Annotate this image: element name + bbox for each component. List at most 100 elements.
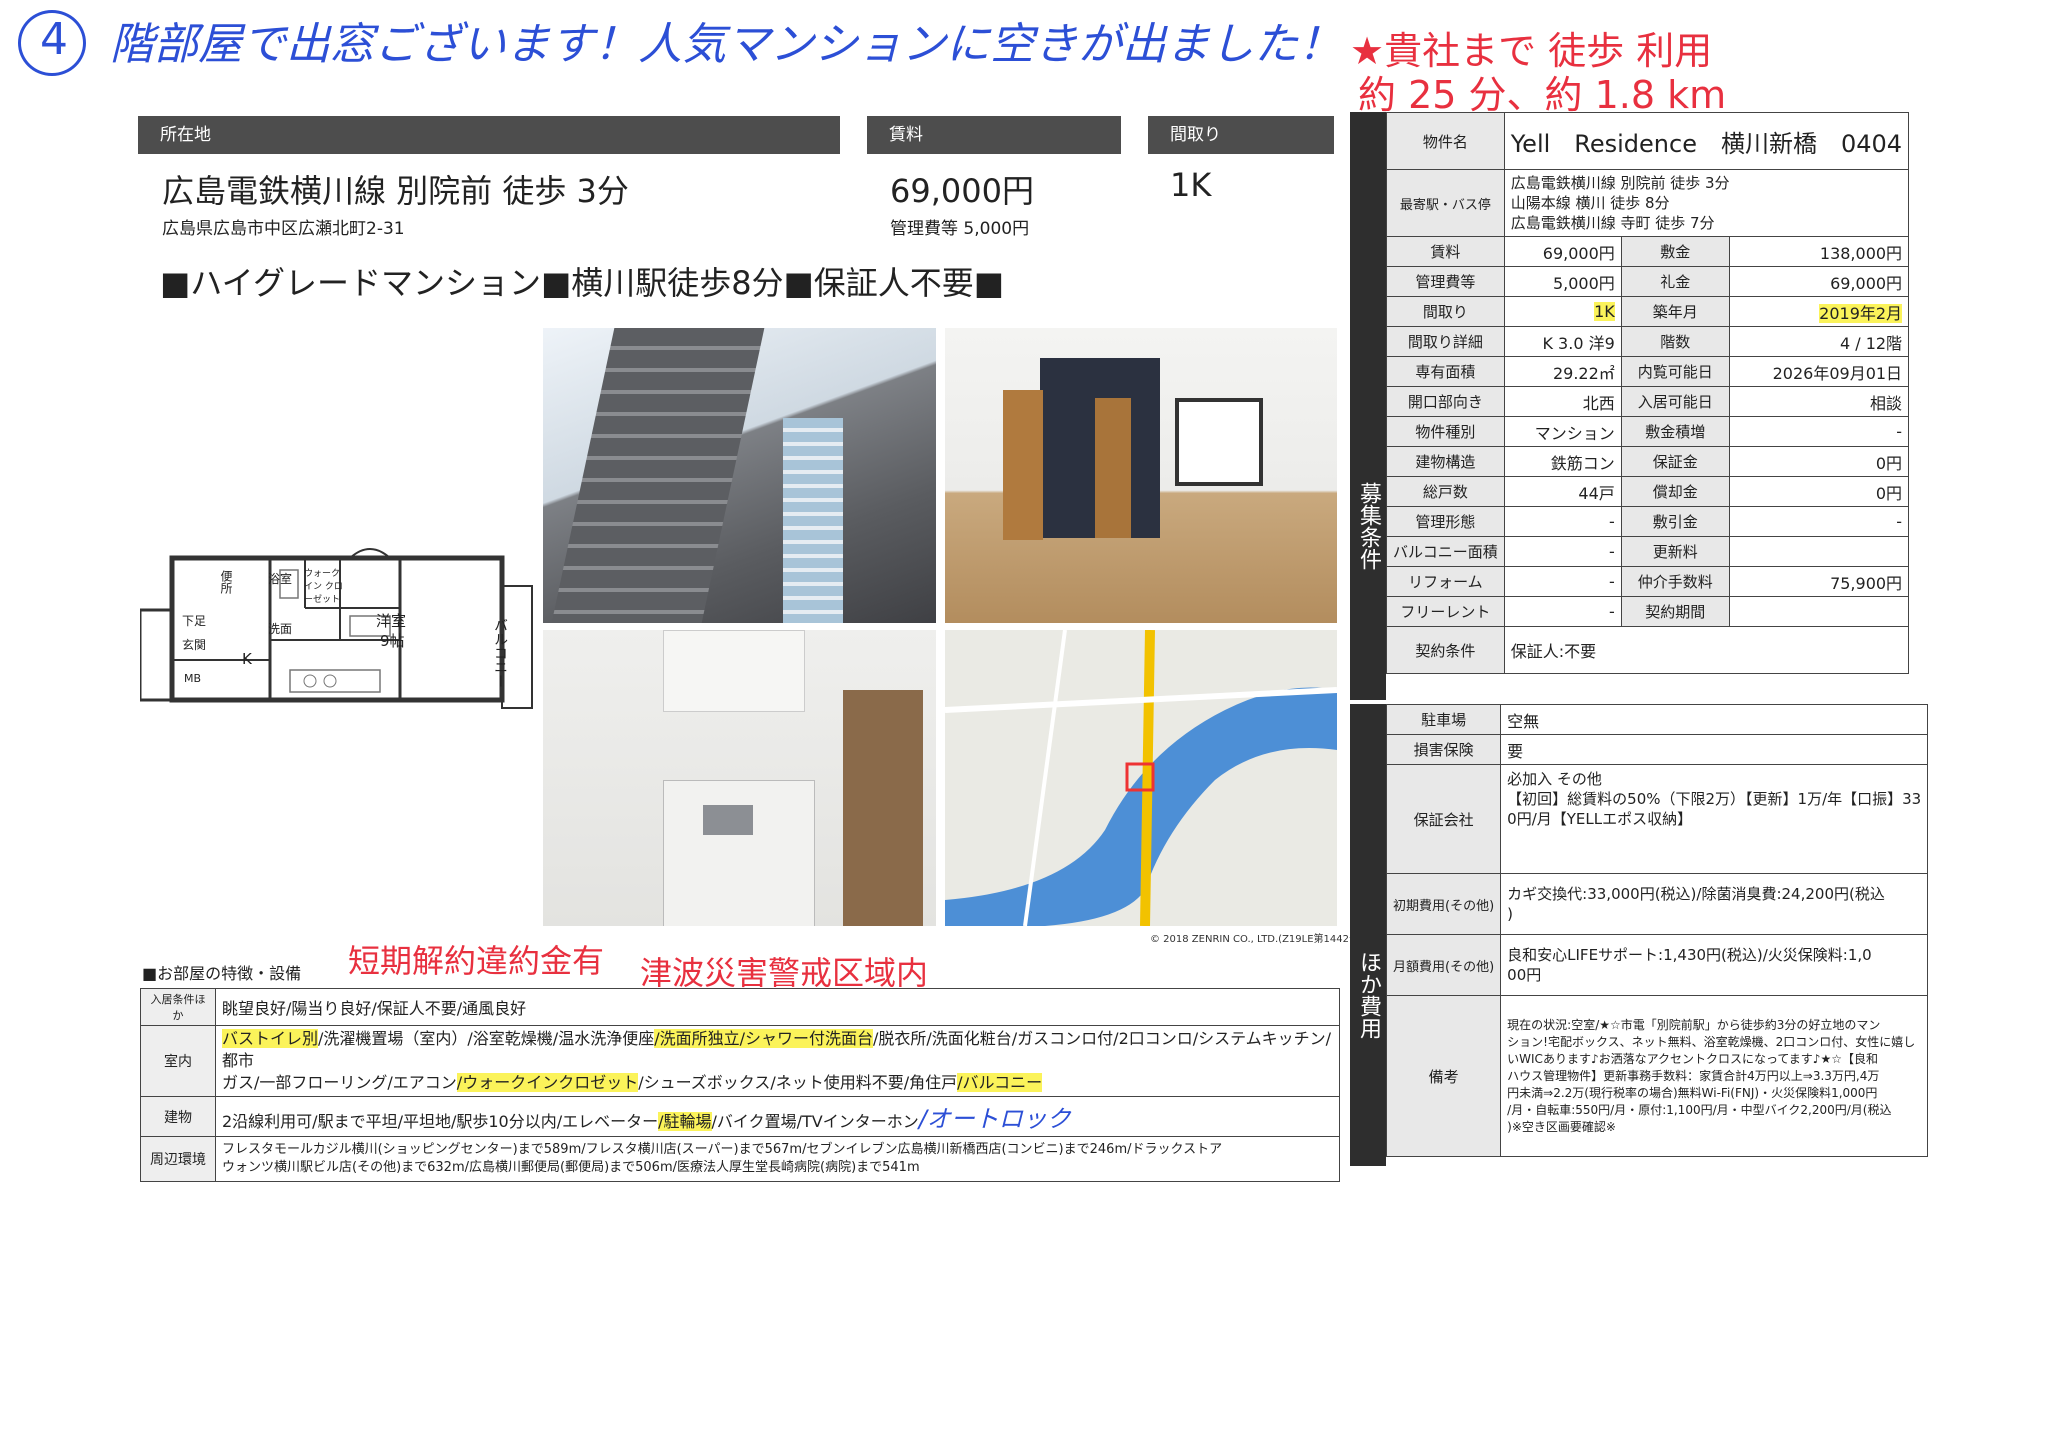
monthly-cost-line2: 00円	[1507, 966, 1542, 984]
name-label: 物件名	[1386, 112, 1505, 170]
station-list: 広島電鉄横川線 別院前 徒歩 3分 山陽本線 横川 徒歩 8分 広島電鉄横川線 …	[1503, 169, 1910, 237]
bldg-feat-c: /バイク置場/TVインターホン	[711, 1112, 919, 1131]
fp-wic-label: ウォークイン クローゼット	[304, 569, 343, 605]
station-3: 広島電鉄横川線 寺町 徒歩 7分	[1510, 214, 1715, 232]
initial-cost-value: カギ交換代:33,000円(税込)/除菌消臭費:24,200円(税込 )	[1500, 873, 1929, 935]
notes-line5: 円未満⇒2.2万(現行税率の場合)無料Wi-Fi(FNJ)・火災保険料1,000…	[1507, 1085, 1878, 1100]
spec-value: 0円	[1728, 446, 1910, 477]
address: 広島県広島市中区広瀬北町2-31	[162, 219, 405, 239]
fp-western-label: 洋室	[376, 612, 407, 630]
features-title: ■お部屋の特徴・設備	[142, 964, 302, 983]
cond-label: 入居条件ほか	[140, 988, 216, 1026]
spec-key: 階数	[1620, 326, 1730, 357]
room-feat-a: バストイレ別	[222, 1029, 319, 1048]
spec-value	[1728, 596, 1910, 627]
room-feat-f: /ウォークインクロゼット	[456, 1073, 639, 1092]
spec-key: 間取り詳細	[1386, 326, 1505, 357]
env-label: 周辺環境	[140, 1136, 216, 1182]
spec-value: -	[1503, 596, 1622, 627]
bldg-feat-b: /駐輪場	[658, 1112, 712, 1131]
building-exterior-photo	[543, 328, 936, 623]
fp-balcony-label: バルコニー	[492, 618, 508, 688]
spec-value: -	[1503, 566, 1622, 597]
spec-row: バルコニー面積 - 更新料	[1386, 536, 1910, 567]
contract-label: 契約条件	[1386, 626, 1505, 674]
spec-key: 賃料	[1386, 236, 1505, 267]
spec-row: 物件種別 マンション 敷金積増 -	[1386, 416, 1910, 447]
notes-line4: ハウス管理物件】更新事務手数料：家賃合計4万円以上⇒3.3万円,4万	[1507, 1068, 1880, 1083]
spec-value: 相談	[1728, 386, 1910, 417]
room-feat-e: ガス/一部フローリング/エアコン	[222, 1073, 457, 1092]
spec-key: 更新料	[1620, 536, 1730, 567]
spec-value: -	[1503, 506, 1622, 537]
monthly-cost-line1: 良和安心LIFEサポート:1,430円(税込)/火災保険料:1,0	[1507, 946, 1872, 964]
spec-row: フリーレント - 契約期間	[1386, 596, 1910, 627]
spec-value: 1K	[1503, 296, 1622, 327]
parking-label: 駐車場	[1385, 704, 1502, 735]
spec-value: マンション	[1503, 416, 1622, 447]
spec-row: 専有面積 29.22㎡ 内覧可能日 2026年09月01日	[1386, 356, 1910, 387]
spec-value: 5,000円	[1503, 266, 1622, 297]
notes-line3: いWICあります♪お洒落なアクセントクロスになってます♪★☆【良和	[1507, 1051, 1878, 1066]
features-table: 入居条件ほか 眺望良好/陽当り良好/保証人不要/通風良好 室内 バストイレ別/洗…	[140, 988, 1340, 1182]
kitchen-photo	[543, 630, 936, 926]
guarantor-line1: 必加入 その他	[1507, 770, 1602, 788]
bldg-label: 建物	[140, 1096, 216, 1137]
spec-value: 北西	[1503, 386, 1622, 417]
room-value: バストイレ別/洗濯機置場（室内）/浴室乾燥機/温水洗浄便座/洗面所独立/シャワー…	[215, 1025, 1340, 1097]
env-line2: ウォンツ横川駅ビル店(その他)まで632m/広島横川郵便局(郵便局)まで506m…	[222, 1160, 920, 1175]
fp-shoes-label: 下足	[182, 614, 207, 628]
station-1: 広島電鉄横川線 別院前 徒歩 3分	[1510, 174, 1730, 192]
station-label: 最寄駅・バス停	[1386, 169, 1505, 237]
notes-line1: 現在の状況:空室/★☆市電「別院前駅」から徒歩約3分の好立地のマン	[1507, 1017, 1881, 1032]
handwritten-headline: 階部屋で出窓ございます！人気マンションに空きが出ました！	[110, 19, 1342, 70]
spec-row: 管理費等 5,000円 礼金 69,000円	[1386, 266, 1910, 297]
parking-value: 空無	[1500, 704, 1929, 735]
rent-header: 賃料	[867, 116, 1121, 154]
spec-key: リフォーム	[1386, 566, 1505, 597]
fp-bath-label: 浴室	[268, 572, 293, 586]
other-costs-label: ほか費用	[1350, 704, 1386, 1166]
spec-row: 賃料 69,000円 敷金 138,000円	[1386, 236, 1910, 267]
spec-key: 築年月	[1620, 296, 1730, 327]
notes-line2: ション!宅配ボックス、ネット無料、浴室乾燥機、2口コンロ付、女性に嬉し	[1507, 1034, 1916, 1049]
spec-value: 138,000円	[1728, 236, 1910, 267]
monthly-cost-label: 月額費用(その他)	[1385, 934, 1502, 996]
spec-value: 0円	[1728, 476, 1910, 507]
initial-cost-line1: カギ交換代:33,000円(税込)/除菌消臭費:24,200円(税込	[1507, 885, 1885, 903]
guarantor-value: 必加入 その他 【初回】総賃料の50%（下限2万）【更新】1万/年【口振】33 …	[1500, 764, 1929, 874]
monthly-cost-value: 良和安心LIFEサポート:1,430円(税込)/火災保険料:1,0 00円	[1500, 934, 1929, 996]
bldg-value: 2沿線利用可/駅まで平坦/平坦地/駅歩10分以内/エレベーター/駐輪場/バイク置…	[215, 1096, 1340, 1137]
spec-key: 敷引金	[1620, 506, 1730, 537]
spec-value: 75,900円	[1728, 566, 1910, 597]
initial-cost-line2: )	[1507, 905, 1514, 923]
location-header: 所在地	[138, 116, 840, 154]
fp-toilet-label: 便所	[219, 570, 233, 594]
spec-key: フリーレント	[1386, 596, 1505, 627]
handwritten-walk-line2: 約 25 分、約 1.8 km	[1358, 73, 1727, 117]
spec-value: -	[1728, 506, 1910, 537]
spec-value: -	[1503, 536, 1622, 567]
spec-value: 4 / 12階	[1728, 326, 1910, 357]
spec-key: 償却金	[1620, 476, 1730, 507]
env-line1: フレスタモールカジル横川(ショッピングセンター)まで589m/フレスタ横川店(ス…	[222, 1142, 1223, 1157]
fp-mb-label: MB	[184, 672, 202, 685]
room-label: 室内	[140, 1025, 216, 1097]
spec-key: 入居可能日	[1620, 386, 1730, 417]
fp-western-size: 9帖	[380, 632, 405, 650]
fp-wash-label: 洗面	[268, 622, 293, 636]
handwritten-note-penalty: 短期解約違約金有	[348, 942, 605, 980]
spec-value: 29.22㎡	[1503, 356, 1622, 387]
insurance-label: 損害保険	[1385, 734, 1502, 765]
fp-entrance-label: 玄関	[182, 638, 207, 652]
spec-key: 建物構造	[1386, 446, 1505, 477]
spec-key: バルコニー面積	[1386, 536, 1505, 567]
notes-line6: /月・自転車:550円/月・原付:1,100円/月・中型バイク2,200円/月(…	[1507, 1102, 1892, 1117]
guarantor-line3: 0円/月【YELLエポス収納】	[1507, 810, 1693, 828]
spec-value: K 3.0 洋9	[1503, 326, 1622, 357]
layout-type: 1K	[1170, 166, 1212, 204]
notes-label: 備考	[1385, 995, 1502, 1157]
spec-value: 69,000円	[1503, 236, 1622, 267]
floor-plan: 浴室 便所 ウォークイン クローゼット 洋室 9帖 洗面 下足 玄関 K MB …	[140, 540, 540, 720]
spec-value: 鉄筋コン	[1503, 446, 1622, 477]
